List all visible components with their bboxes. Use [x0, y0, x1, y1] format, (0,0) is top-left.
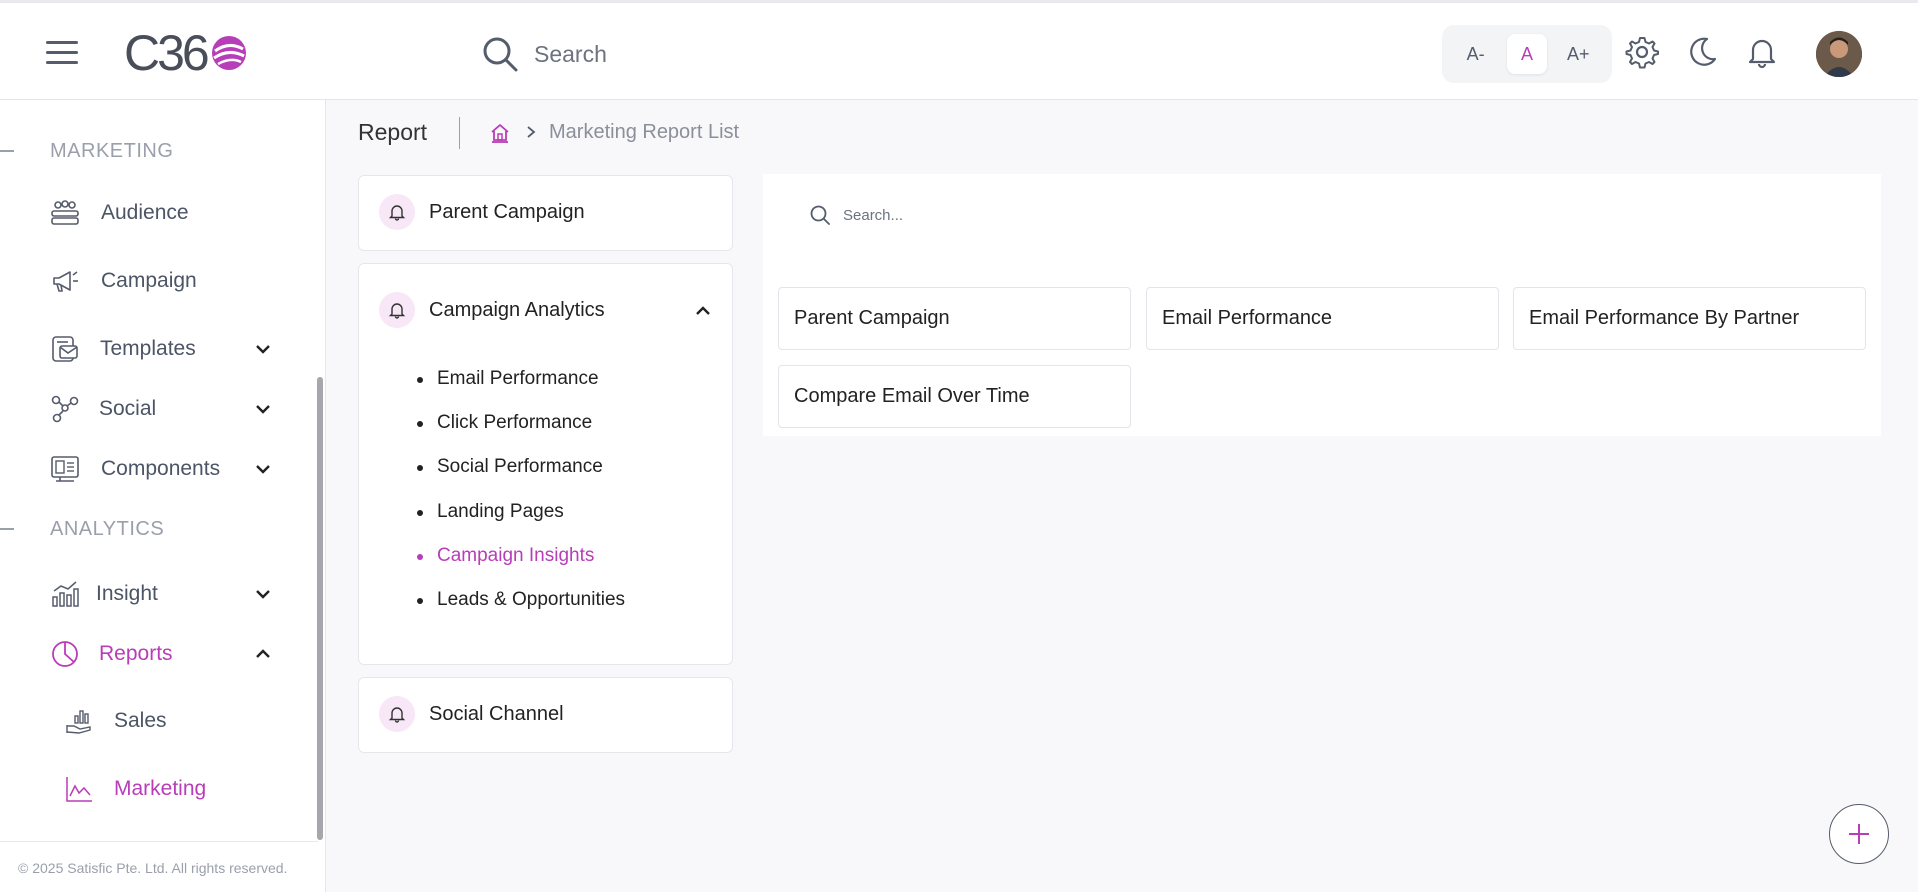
- sidebar-item-label: Templates: [100, 337, 196, 360]
- report-search-input[interactable]: Search...: [809, 204, 903, 226]
- sidebar-item-social[interactable]: Social: [0, 384, 300, 434]
- report-tile-email-performance[interactable]: Email Performance: [1146, 287, 1499, 350]
- settings-icon[interactable]: [1625, 35, 1659, 69]
- logo[interactable]: C36: [124, 23, 249, 83]
- chevron-down-icon[interactable]: [252, 458, 274, 480]
- bell-icon: [379, 696, 415, 732]
- bell-icon: [379, 292, 415, 328]
- list-item-campaign-insights[interactable]: Campaign Insights: [416, 545, 625, 589]
- chevron-down-icon[interactable]: [252, 338, 274, 360]
- search-placeholder: Search: [534, 40, 607, 67]
- top-header: C36 Search A- A A+: [0, 0, 1918, 100]
- sidebar-item-label: Insight: [96, 582, 158, 605]
- global-search[interactable]: Search: [480, 31, 607, 77]
- font-default-button[interactable]: A: [1506, 34, 1547, 74]
- chart-insight-icon: [52, 581, 79, 607]
- section-label-marketing: MARKETING: [50, 140, 174, 162]
- footer-divider: [0, 841, 318, 842]
- sidebar: MARKETING Audience Campaign Templates So…: [0, 100, 326, 892]
- sidebar-subitem-sales[interactable]: Sales: [0, 696, 300, 746]
- font-increase-button[interactable]: A+: [1558, 34, 1598, 74]
- report-tile-compare-email-over-time[interactable]: Compare Email Over Time: [778, 365, 1131, 428]
- chevron-up-icon[interactable]: [252, 643, 274, 665]
- card-header[interactable]: Parent Campaign: [379, 194, 585, 230]
- sidebar-item-label: Components: [101, 457, 221, 480]
- breadcrumb-current: Marketing Report List: [549, 121, 740, 143]
- font-size-control: A- A A+: [1442, 25, 1612, 83]
- sidebar-item-campaign[interactable]: Campaign: [0, 256, 300, 306]
- chevron-right-icon: [527, 126, 536, 138]
- logo-text: C36: [124, 25, 210, 81]
- plus-icon: [1849, 824, 1869, 844]
- sales-icon: [66, 710, 91, 734]
- report-list-panel: Search... Parent Campaign Email Performa…: [763, 174, 1881, 436]
- report-tile-email-performance-by-partner[interactable]: Email Performance By Partner: [1513, 287, 1866, 350]
- chevron-up-icon[interactable]: [692, 300, 714, 322]
- add-button[interactable]: [1829, 804, 1889, 864]
- sidebar-item-components[interactable]: Components: [0, 444, 300, 494]
- components-icon: [51, 456, 79, 482]
- chevron-down-icon[interactable]: [252, 398, 274, 420]
- menu-icon[interactable]: [46, 41, 78, 65]
- section-dash: [0, 528, 14, 530]
- templates-icon: [52, 336, 78, 362]
- sidebar-subitem-marketing[interactable]: Marketing: [0, 764, 300, 814]
- card-parent-campaign[interactable]: Parent Campaign: [358, 175, 733, 251]
- page-title: Report: [358, 119, 428, 145]
- card-title: Campaign Analytics: [429, 298, 605, 321]
- sidebar-item-label: Marketing: [114, 777, 207, 800]
- card-social-channel[interactable]: Social Channel: [358, 677, 733, 753]
- card-header[interactable]: Campaign Analytics: [379, 292, 605, 328]
- font-decrease-button[interactable]: A-: [1456, 34, 1496, 74]
- list-item-social-performance[interactable]: Social Performance: [416, 456, 625, 500]
- sidebar-item-reports[interactable]: Reports: [0, 629, 300, 679]
- card-title: Parent Campaign: [429, 200, 585, 223]
- sidebar-item-label: Sales: [114, 709, 167, 732]
- sidebar-item-label: Reports: [99, 642, 173, 665]
- sidebar-item-audience[interactable]: Audience: [0, 188, 300, 238]
- sidebar-item-label: Social: [99, 397, 157, 420]
- section-label-analytics: ANALYTICS: [50, 518, 165, 540]
- pie-chart-icon: [52, 641, 78, 667]
- home-icon[interactable]: [489, 122, 511, 144]
- campaign-analytics-list: Email Performance Click Performance Soci…: [416, 368, 625, 633]
- sidebar-item-insight[interactable]: Insight: [0, 569, 300, 619]
- audience-icon: [51, 200, 79, 225]
- card-campaign-analytics: Campaign Analytics Email Performance Cli…: [358, 263, 733, 665]
- list-item-click-performance[interactable]: Click Performance: [416, 412, 625, 456]
- breadcrumb-divider: [459, 117, 460, 149]
- section-dash: [0, 150, 14, 152]
- copyright-footer: © 2025 Satisfic Pte. Ltd. All rights res…: [18, 860, 288, 876]
- sidebar-item-label: Campaign: [101, 269, 197, 292]
- list-item-landing-pages[interactable]: Landing Pages: [416, 501, 625, 545]
- search-icon: [483, 37, 518, 72]
- sidebar-item-templates[interactable]: Templates: [0, 324, 300, 374]
- list-item-leads-opportunities[interactable]: Leads & Opportunities: [416, 589, 625, 633]
- chevron-down-icon[interactable]: [252, 583, 274, 605]
- social-icon: [51, 395, 79, 423]
- bell-icon[interactable]: [1745, 35, 1779, 69]
- user-avatar[interactable]: [1816, 31, 1862, 77]
- list-item-email-performance[interactable]: Email Performance: [416, 368, 625, 412]
- moon-icon[interactable]: [1685, 35, 1719, 69]
- search-placeholder: Search...: [843, 206, 904, 224]
- megaphone-icon: [53, 271, 78, 292]
- card-header[interactable]: Social Channel: [379, 696, 564, 732]
- bell-icon: [379, 194, 415, 230]
- sidebar-item-label: Audience: [101, 201, 189, 224]
- report-tile-parent-campaign[interactable]: Parent Campaign: [778, 287, 1131, 350]
- sidebar-scrollbar[interactable]: [317, 377, 323, 840]
- card-title: Social Channel: [429, 702, 564, 725]
- search-icon: [810, 205, 830, 225]
- line-chart-icon: [66, 777, 92, 802]
- logo-mark-icon: [211, 36, 246, 70]
